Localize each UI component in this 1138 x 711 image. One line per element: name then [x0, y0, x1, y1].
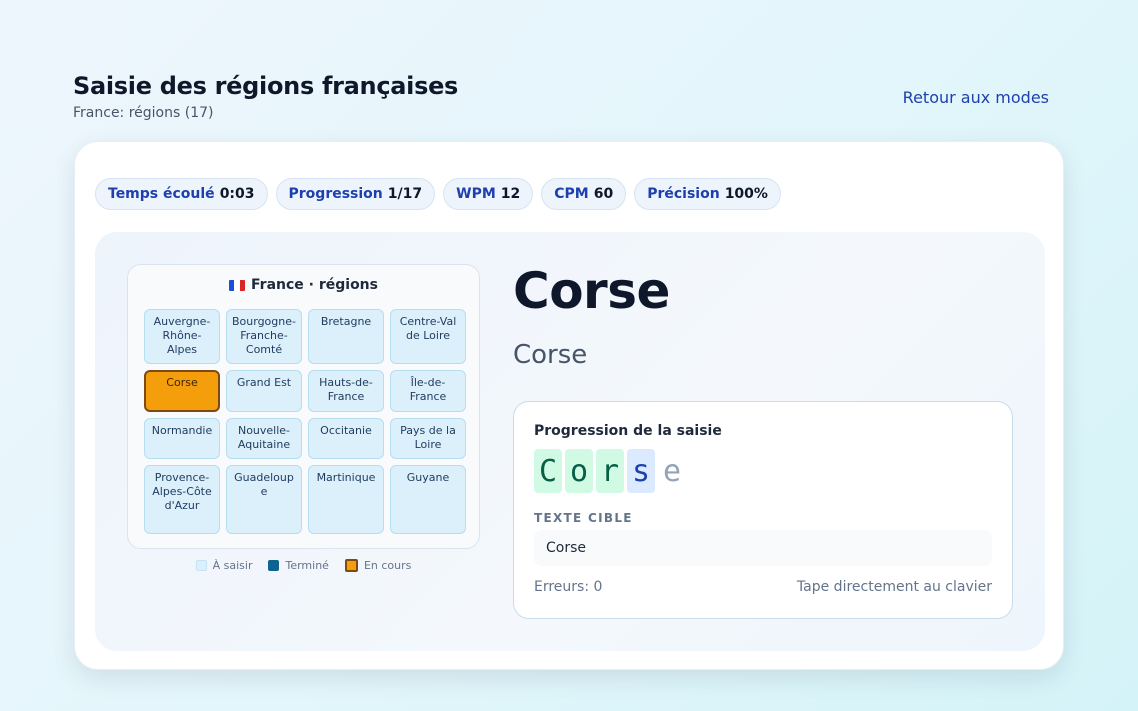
- region-tile[interactable]: Pays de la Loire: [390, 418, 466, 459]
- map-title: France · régions: [128, 277, 479, 293]
- legend-swatch-current: [344, 559, 358, 572]
- region-tile[interactable]: Nouvelle-Aquitaine: [226, 418, 302, 459]
- region-map-panel: France · régions Auvergne-Rhône-Alpes Bou…: [127, 264, 480, 549]
- target-text-box: Corse: [534, 530, 992, 566]
- stat-accuracy: Précision 100%: [634, 178, 781, 210]
- stats-bar: Temps écoulé 0:03 Progression 1/17 WPM 1…: [95, 178, 781, 210]
- region-tile[interactable]: Guadeloupe: [226, 465, 302, 534]
- region-tile[interactable]: Normandie: [144, 418, 220, 459]
- legend-item-todo: À saisir: [195, 559, 252, 572]
- region-tile[interactable]: Martinique: [308, 465, 384, 534]
- region-tile[interactable]: Bourgogne-Franche-Comté: [226, 309, 302, 364]
- region-grid: Auvergne-Rhône-Alpes Bourgogne-Franche-Co…: [144, 309, 466, 534]
- region-tile[interactable]: Grand Est: [226, 370, 302, 412]
- typed-char: o: [565, 449, 593, 493]
- page-title: Saisie des régions françaises: [73, 72, 459, 100]
- region-tile[interactable]: Bretagne: [308, 309, 384, 364]
- target-text-label: TEXTE CIBLE: [534, 511, 633, 525]
- region-tile[interactable]: Centre-Val de Loire: [390, 309, 466, 364]
- keyboard-hint: Tape directement au clavier: [796, 579, 992, 595]
- current-region-name: Corse: [513, 262, 670, 320]
- map-title-text: France · régions: [251, 277, 378, 293]
- typing-progress-card: Progression de la saisie Corse TEXTE CIB…: [513, 401, 1013, 619]
- legend-swatch-done: [268, 560, 280, 571]
- stat-progress: Progression 1/17: [275, 178, 436, 210]
- error-count: Erreurs: 0: [534, 579, 603, 595]
- region-tile[interactable]: Provence-Alpes-Côte d'Azur: [144, 465, 220, 534]
- region-tile[interactable]: Guyane: [390, 465, 466, 534]
- typed-char: C: [534, 449, 562, 493]
- stat-elapsed-time: Temps écoulé 0:03: [95, 178, 268, 210]
- legend-item-done: Terminé: [268, 559, 329, 572]
- map-legend: À saisir Terminé En cours: [127, 559, 480, 572]
- region-tile[interactable]: Hauts-de-France: [308, 370, 384, 412]
- legend-item-current: En cours: [344, 559, 411, 572]
- typed-char: s: [627, 449, 655, 493]
- target-text: Corse: [546, 540, 587, 556]
- region-tile[interactable]: Île-de-France: [390, 370, 466, 412]
- region-tile[interactable]: Occitanie: [308, 418, 384, 459]
- typed-characters: Corse: [534, 449, 686, 493]
- legend-swatch-todo: [195, 560, 207, 571]
- region-tile[interactable]: Corse: [144, 370, 220, 412]
- typed-char: e: [662, 453, 682, 489]
- main-card: Temps écoulé 0:03 Progression 1/17 WPM 1…: [74, 141, 1064, 670]
- typing-progress-title: Progression de la saisie: [534, 423, 722, 439]
- flag-france-icon: [229, 279, 245, 291]
- stat-cpm: CPM 60: [541, 178, 627, 210]
- stat-wpm: WPM 12: [443, 178, 534, 210]
- page-subtitle: France: régions (17): [73, 105, 214, 121]
- region-tile[interactable]: Auvergne-Rhône-Alpes: [144, 309, 220, 364]
- current-region-subtitle: Corse: [513, 340, 588, 370]
- back-to-modes-link[interactable]: Retour aux modes: [903, 88, 1049, 107]
- game-area: France · régions Auvergne-Rhône-Alpes Bou…: [95, 232, 1045, 651]
- typed-char: r: [596, 449, 624, 493]
